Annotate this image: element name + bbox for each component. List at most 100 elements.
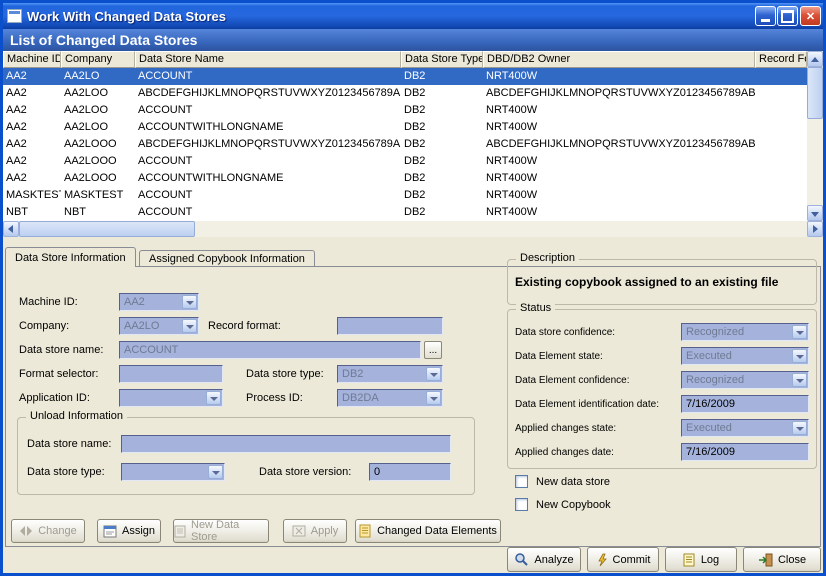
app-icon bbox=[7, 9, 22, 23]
work-with-changed-data-stores-window: Work With Changed Data Stores List of Ch… bbox=[0, 0, 826, 576]
close-button[interactable]: Close bbox=[743, 547, 821, 572]
cell-record-format bbox=[755, 102, 807, 119]
assign-button[interactable]: Assign bbox=[97, 519, 161, 543]
column-header-data-store-type[interactable]: Data Store Type bbox=[401, 51, 483, 68]
vertical-scroll-thumb[interactable] bbox=[807, 67, 823, 119]
cell-dbd-db2-owner: ABCDEFGHIJKLMNOPQRSTUVWXYZ0123456789ABC bbox=[483, 85, 755, 102]
applied-changes-date-label: Applied changes date: bbox=[515, 443, 614, 461]
data-element-confidence-select: Recognized bbox=[681, 371, 809, 389]
horizontal-scrollbar[interactable] bbox=[3, 221, 823, 237]
table-row[interactable]: MASKTEST MASKTEST ACCOUNT DB2 NRT400W bbox=[3, 187, 807, 204]
vertical-scrollbar[interactable] bbox=[807, 51, 823, 221]
cell-company: AA2LOOO bbox=[61, 170, 135, 187]
unload-data-store-version-input[interactable]: 0 bbox=[369, 463, 451, 481]
new-copybook-checkbox[interactable] bbox=[515, 498, 528, 511]
cell-dbd-db2-owner: NRT400W bbox=[483, 153, 755, 170]
chevron-down-icon bbox=[182, 319, 197, 333]
scroll-down-icon[interactable] bbox=[807, 205, 823, 221]
data-store-confidence-label: Data store confidence: bbox=[515, 323, 615, 341]
process-id-label: Process ID: bbox=[246, 389, 303, 407]
horizontal-scroll-thumb[interactable] bbox=[19, 221, 195, 237]
unload-information-group: Unload Information bbox=[17, 417, 475, 495]
cell-data-store-type: DB2 bbox=[401, 136, 483, 153]
new-data-store-checkbox-label: New data store bbox=[536, 473, 610, 491]
tab-data-store-information[interactable]: Data Store Information bbox=[5, 247, 136, 267]
tab-assigned-copybook-information[interactable]: Assigned Copybook Information bbox=[139, 250, 315, 267]
table-row[interactable]: AA2 AA2LOO ACCOUNTWITHLONGNAME DB2 NRT40… bbox=[3, 119, 807, 136]
cell-company: AA2LOO bbox=[61, 85, 135, 102]
apply-icon bbox=[292, 525, 306, 537]
table-row[interactable]: AA2 AA2LOO ACCOUNT DB2 NRT400W bbox=[3, 102, 807, 119]
column-header-record-format[interactable]: Record Format bbox=[755, 51, 807, 68]
applied-changes-date-input[interactable]: 7/16/2009 bbox=[681, 443, 809, 461]
record-format-input[interactable] bbox=[337, 317, 443, 335]
maximize-button[interactable] bbox=[777, 6, 798, 26]
analyze-button[interactable]: Analyze bbox=[507, 547, 581, 572]
cell-record-format bbox=[755, 119, 807, 136]
close-window-button[interactable] bbox=[800, 6, 821, 26]
column-header-data-store-name[interactable]: Data Store Name bbox=[135, 51, 401, 68]
data-element-state-label: Data Element state: bbox=[515, 347, 603, 365]
page-title: List of Changed Data Stores bbox=[3, 29, 823, 51]
data-element-identification-date-input[interactable]: 7/16/2009 bbox=[681, 395, 809, 413]
cell-dbd-db2-owner: NRT400W bbox=[483, 119, 755, 136]
changed-data-elements-button[interactable]: Changed Data Elements bbox=[355, 519, 501, 543]
format-selector-input[interactable] bbox=[119, 365, 223, 383]
column-header-machine-id[interactable]: Machine ID bbox=[3, 51, 61, 68]
cell-data-store-type: DB2 bbox=[401, 153, 483, 170]
record-format-label: Record format: bbox=[208, 317, 281, 335]
window-title: Work With Changed Data Stores bbox=[27, 9, 226, 24]
data-element-identification-date-label: Data Element identification date: bbox=[515, 395, 659, 413]
minimize-button[interactable] bbox=[755, 6, 776, 26]
unload-data-store-name-input[interactable] bbox=[121, 435, 451, 453]
unload-information-title: Unload Information bbox=[26, 410, 127, 422]
cell-company: AA2LO bbox=[61, 68, 135, 85]
cell-data-store-name: ACCOUNT bbox=[135, 102, 401, 119]
table-row[interactable]: NBT NBT ACCOUNT DB2 NRT400W bbox=[3, 204, 807, 221]
new-data-store-button: New Data Store bbox=[173, 519, 269, 543]
column-header-dbd-db2-owner[interactable]: DBD/DB2 Owner bbox=[483, 51, 755, 68]
chevron-down-icon bbox=[792, 373, 807, 387]
changed-data-stores-table: Machine ID Company Data Store Name Data … bbox=[3, 51, 807, 221]
scroll-right-icon[interactable] bbox=[807, 221, 823, 237]
scroll-up-icon[interactable] bbox=[807, 51, 823, 67]
unload-data-store-version-label: Data store version: bbox=[259, 463, 351, 481]
process-id-select: DB2DA bbox=[337, 389, 443, 407]
applied-changes-state-label: Applied changes state: bbox=[515, 419, 616, 437]
browse-button[interactable]: ... bbox=[424, 341, 442, 359]
cell-machine-id: AA2 bbox=[3, 85, 61, 102]
chevron-down-icon bbox=[792, 349, 807, 363]
table-row[interactable]: AA2 AA2LOOO ACCOUNT DB2 NRT400W bbox=[3, 153, 807, 170]
chevron-down-icon bbox=[206, 391, 221, 405]
cell-machine-id: AA2 bbox=[3, 102, 61, 119]
cell-data-store-name: ACCOUNT bbox=[135, 68, 401, 85]
table-row[interactable]: AA2 AA2LO ACCOUNT DB2 NRT400W bbox=[3, 68, 807, 85]
company-label: Company: bbox=[19, 317, 69, 335]
commit-button[interactable]: Commit bbox=[587, 547, 659, 572]
cell-data-store-type: DB2 bbox=[401, 85, 483, 102]
cell-company: AA2LOOO bbox=[61, 153, 135, 170]
table-row[interactable]: AA2 AA2LOOO ACCOUNTWITHLONGNAME DB2 NRT4… bbox=[3, 170, 807, 187]
titlebar[interactable]: Work With Changed Data Stores bbox=[3, 3, 823, 29]
table-row[interactable]: AA2 AA2LOO ABCDEFGHIJKLMNOPQRSTUVWXYZ012… bbox=[3, 85, 807, 102]
application-id-select[interactable] bbox=[119, 389, 223, 407]
table-row[interactable]: AA2 AA2LOOO ABCDEFGHIJKLMNOPQRSTUVWXYZ01… bbox=[3, 136, 807, 153]
machine-id-label: Machine ID: bbox=[19, 293, 78, 311]
cell-data-store-type: DB2 bbox=[401, 119, 483, 136]
column-header-company[interactable]: Company bbox=[61, 51, 135, 68]
format-selector-label: Format selector: bbox=[19, 365, 98, 383]
cell-data-store-name: ACCOUNTWITHLONGNAME bbox=[135, 119, 401, 136]
log-button[interactable]: Log bbox=[665, 547, 737, 572]
commit-icon bbox=[596, 553, 608, 567]
cell-data-store-type: DB2 bbox=[401, 187, 483, 204]
cell-data-store-type: DB2 bbox=[401, 102, 483, 119]
scroll-left-icon[interactable] bbox=[3, 221, 19, 237]
cell-data-store-name: ACCOUNTWITHLONGNAME bbox=[135, 170, 401, 187]
new-data-store-checkbox[interactable] bbox=[515, 475, 528, 488]
unload-data-store-type-select[interactable] bbox=[121, 463, 225, 481]
cell-machine-id: AA2 bbox=[3, 170, 61, 187]
log-icon bbox=[683, 553, 696, 567]
new-data-store-icon bbox=[174, 525, 186, 538]
chevron-down-icon bbox=[426, 367, 441, 381]
applied-changes-state-select: Executed bbox=[681, 419, 809, 437]
